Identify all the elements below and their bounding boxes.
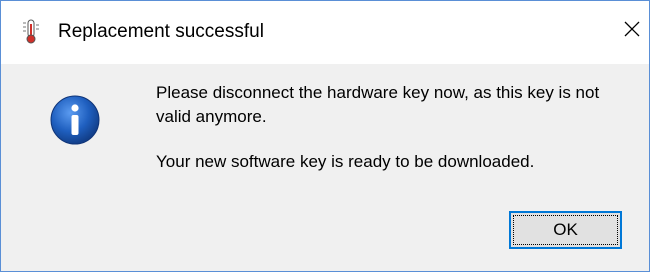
- ok-button[interactable]: OK: [509, 211, 622, 249]
- ok-button-label: OK: [553, 220, 578, 239]
- window-title: Replacement successful: [58, 21, 264, 42]
- title-bar[interactable]: Replacement successful: [1, 1, 649, 64]
- message-line-1: Please disconnect the hardware key now, …: [156, 83, 600, 126]
- information-icon: [50, 95, 100, 145]
- message-dialog: Replacement successful Please disconnect…: [0, 0, 650, 272]
- message-text: Please disconnect the hardware key now, …: [156, 81, 636, 174]
- close-button[interactable]: [616, 15, 648, 47]
- close-icon: [623, 20, 641, 43]
- thermometer-app-icon: [20, 19, 42, 45]
- message-line-2: Your new software key is ready to be dow…: [156, 152, 535, 171]
